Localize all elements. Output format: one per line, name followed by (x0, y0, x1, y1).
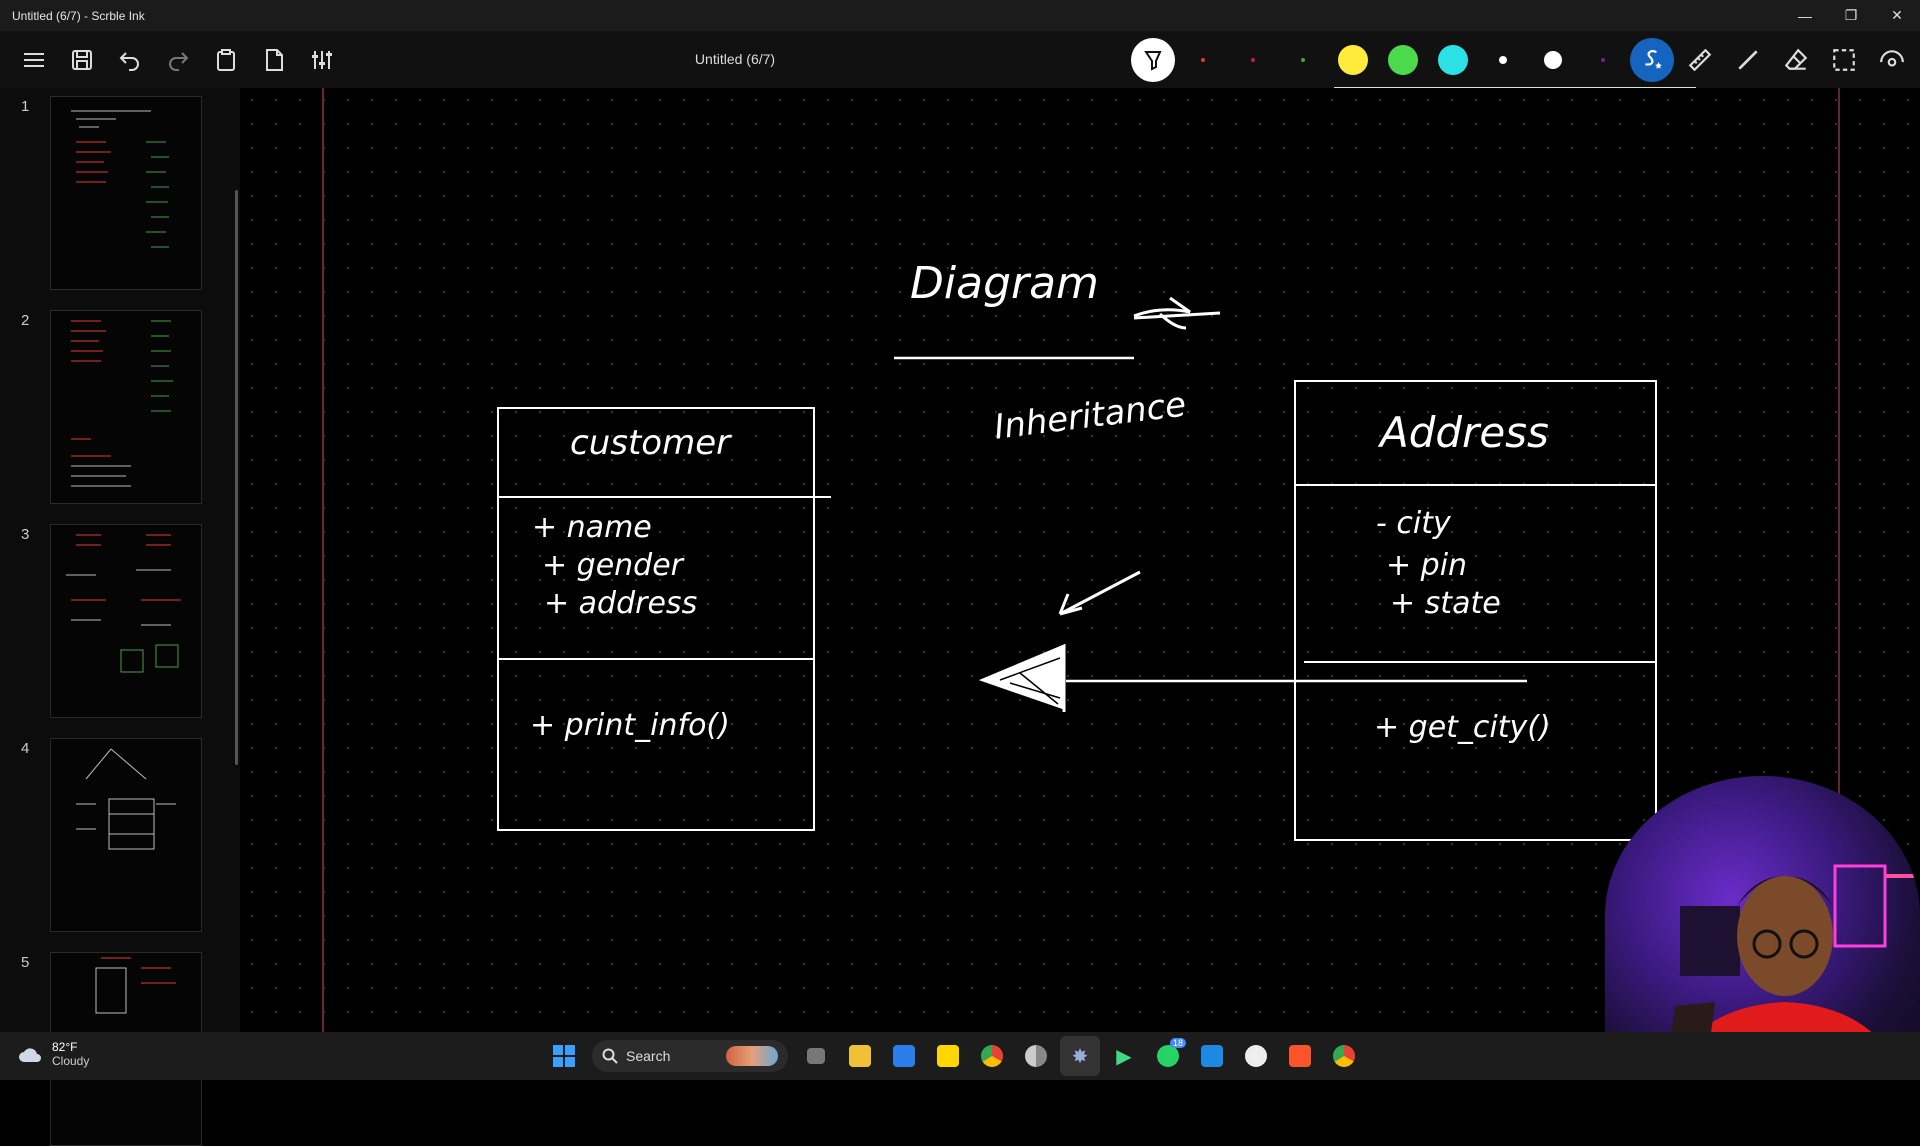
settings-sliders-icon[interactable] (298, 38, 346, 82)
pen-color-5[interactable] (1378, 37, 1428, 83)
window-title: Untitled (6/7) - Scrble Ink (12, 8, 145, 23)
address-divider-2 (1304, 661, 1657, 663)
address-attr-city: - city (1376, 506, 1451, 541)
menu-icon[interactable] (10, 38, 58, 82)
window-controls: — ❐ ✕ (1782, 0, 1920, 31)
ruler-icon[interactable] (1676, 37, 1724, 83)
page-number: 3 (21, 526, 30, 543)
thumbnail-preview (50, 738, 202, 932)
line-icon[interactable] (1724, 37, 1772, 83)
highlighter-pen-button[interactable] (1128, 37, 1178, 83)
search-highlight-image (726, 1046, 778, 1066)
color-dot (1544, 51, 1562, 69)
pen-color-9[interactable] (1578, 37, 1628, 83)
store-icon[interactable] (884, 1036, 924, 1076)
margin-line-right (1838, 88, 1840, 848)
highlighter-icon (1131, 38, 1175, 82)
pen-color-4[interactable] (1328, 37, 1378, 83)
paste-icon[interactable] (202, 38, 250, 82)
color-dot (1601, 58, 1605, 62)
thumbnail-preview (50, 310, 202, 504)
magic-pen-icon (1630, 38, 1674, 82)
color-dot (1388, 45, 1418, 75)
redo-icon[interactable] (154, 38, 202, 82)
address-attr-state: + state (1390, 586, 1501, 621)
page-number: 5 (21, 954, 30, 971)
taskbar-apps: Search ✸ ▶ 18 (544, 1036, 1364, 1076)
settings-app-icon[interactable]: ✸ (1060, 1036, 1100, 1076)
pen-color-2[interactable] (1228, 37, 1278, 83)
search-label: Search (626, 1048, 671, 1064)
terminal-icon[interactable]: ▶ (1104, 1036, 1144, 1076)
weather-temperature: 82°F (52, 1040, 78, 1054)
color-dot (1499, 56, 1507, 64)
document-title: Untitled (6/7) (694, 51, 776, 67)
color-dot (1251, 58, 1255, 62)
undo-icon[interactable] (106, 38, 154, 82)
brave-icon[interactable] (1280, 1036, 1320, 1076)
customer-attr-name: + name (532, 510, 652, 545)
new-page-icon[interactable] (250, 38, 298, 82)
inheritance-label: Inheritance (992, 384, 1189, 448)
file-explorer-icon[interactable] (840, 1036, 880, 1076)
color-dot (1438, 45, 1468, 75)
taskbar: 82°F Cloudy Search ✸ ▶ 18 (0, 1032, 1920, 1080)
chrome-profile-icon[interactable] (1324, 1036, 1364, 1076)
cloud-icon (19, 1048, 41, 1062)
page-thumbnails-sidebar: 1 2 3 4 5 (0, 88, 240, 1146)
save-icon[interactable] (58, 38, 106, 82)
task-view-icon[interactable] (796, 1036, 836, 1076)
customer-divider-1 (497, 496, 831, 498)
customer-attr-address: + address (544, 586, 698, 621)
color-dot (1201, 58, 1205, 62)
page-number: 1 (21, 98, 30, 115)
selection-icon[interactable] (1820, 37, 1868, 83)
color-dot (1301, 58, 1305, 62)
heading-arrow-and-underline (894, 296, 1221, 360)
pen-color-3[interactable] (1278, 37, 1328, 83)
pen-color-8[interactable] (1528, 37, 1578, 83)
close-icon[interactable]: ✕ (1874, 0, 1920, 31)
weather-widget[interactable]: 82°F Cloudy (18, 1040, 89, 1068)
pen-color-1[interactable] (1178, 37, 1228, 83)
minimize-icon[interactable]: — (1782, 0, 1828, 31)
title-bar: Untitled (6/7) - Scrble Ink — ❐ ✕ (0, 0, 1920, 31)
thumbnail-preview (50, 96, 202, 290)
sidebar-scrollbar[interactable] (235, 190, 238, 765)
thumbnail-preview (50, 524, 202, 718)
chrome-icon[interactable] (972, 1036, 1012, 1076)
address-method-get-city: + get_city() (1374, 710, 1551, 745)
weather-condition: Cloudy (52, 1054, 90, 1068)
address-divider-1 (1294, 484, 1657, 486)
address-class-name: Address (1380, 408, 1549, 457)
pen-color-7[interactable] (1478, 37, 1528, 83)
whatsapp-icon[interactable]: 18 (1148, 1036, 1188, 1076)
view-icon[interactable] (1868, 37, 1916, 83)
sticky-notes-icon[interactable] (928, 1036, 968, 1076)
customer-divider-2 (497, 658, 815, 660)
taskbar-search[interactable]: Search (592, 1040, 788, 1072)
magic-pen-button[interactable] (1628, 37, 1676, 83)
color-dot (1338, 45, 1368, 75)
restore-icon[interactable]: ❐ (1828, 0, 1874, 31)
pen-color-6[interactable] (1428, 37, 1478, 83)
page-number: 4 (21, 740, 30, 757)
pen-palette (1128, 37, 1916, 83)
eraser-icon[interactable] (1772, 37, 1820, 83)
chrome-alt-icon[interactable] (1016, 1036, 1056, 1076)
page-number: 2 (21, 312, 30, 329)
customer-method-print-info: + print_info() (530, 708, 730, 743)
address-attr-pin: + pin (1386, 548, 1468, 583)
margin-line-left (322, 88, 324, 1032)
app-w-icon[interactable] (1236, 1036, 1276, 1076)
whatsapp-badge: 18 (1169, 1038, 1186, 1048)
toolbar-left (0, 38, 346, 82)
customer-attr-gender: + gender (542, 548, 684, 583)
toolbar: Untitled (6/7) (0, 31, 1920, 88)
search-icon (602, 1048, 618, 1064)
customer-class-name: customer (570, 423, 731, 463)
vscode-icon[interactable] (1192, 1036, 1232, 1076)
windows-start-icon[interactable] (544, 1036, 584, 1076)
